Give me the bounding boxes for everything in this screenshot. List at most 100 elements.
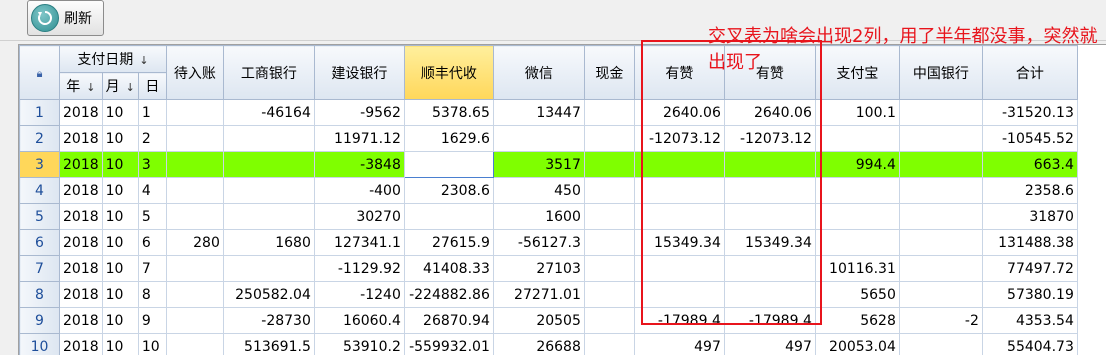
cell-alipay[interactable] bbox=[815, 126, 899, 152]
cell-year[interactable]: 2018 bbox=[60, 230, 103, 256]
cell-alipay[interactable] bbox=[815, 178, 899, 204]
cell-boc[interactable] bbox=[899, 256, 982, 282]
cell-pending[interactable]: 280 bbox=[166, 230, 223, 256]
cell-youzan-2[interactable] bbox=[724, 152, 815, 178]
cell-sf[interactable]: 27615.9 bbox=[404, 230, 493, 256]
cell-alipay[interactable]: 5628 bbox=[815, 308, 899, 334]
row-number[interactable]: 2 bbox=[20, 126, 60, 152]
cell-wechat[interactable]: 27103 bbox=[493, 256, 584, 282]
cell-year[interactable]: 2018 bbox=[60, 152, 103, 178]
header-youzan-1[interactable]: 有赞 bbox=[634, 46, 724, 100]
cell-month[interactable]: 10 bbox=[102, 152, 138, 178]
cell-sf[interactable]: -224882.86 bbox=[404, 282, 493, 308]
cell-wechat[interactable]: 1600 bbox=[493, 204, 584, 230]
cell-day[interactable]: 6 bbox=[138, 230, 166, 256]
cell-youzan-2[interactable] bbox=[724, 282, 815, 308]
cell-cash[interactable] bbox=[584, 178, 634, 204]
cell-youzan-1[interactable] bbox=[634, 282, 724, 308]
cell-icbc[interactable]: 1680 bbox=[223, 230, 314, 256]
cell-year[interactable]: 2018 bbox=[60, 204, 103, 230]
cell-youzan-1[interactable]: -17989.4 bbox=[634, 308, 724, 334]
cell-sf[interactable]: 5378.65 bbox=[404, 100, 493, 126]
cell-cash[interactable] bbox=[584, 152, 634, 178]
table-row[interactable]: 82018108250582.04-1240-224882.8627271.01… bbox=[20, 282, 1078, 308]
cell-total[interactable]: 57380.19 bbox=[982, 282, 1077, 308]
cell-day[interactable]: 9 bbox=[138, 308, 166, 334]
cell-total[interactable]: 131488.38 bbox=[982, 230, 1077, 256]
cell-cash[interactable] bbox=[584, 100, 634, 126]
cell-youzan-1[interactable] bbox=[634, 178, 724, 204]
cell-youzan-2[interactable]: -12073.12 bbox=[724, 126, 815, 152]
cell-wechat[interactable]: 20505 bbox=[493, 308, 584, 334]
table-row[interactable]: 1020181010513691.553910.2-559932.0126688… bbox=[20, 334, 1078, 355]
cell-icbc[interactable] bbox=[223, 152, 314, 178]
cell-boc[interactable] bbox=[899, 100, 982, 126]
cell-youzan-1[interactable]: 2640.06 bbox=[634, 100, 724, 126]
cell-ccb[interactable]: -1240 bbox=[314, 282, 404, 308]
cell-boc[interactable] bbox=[899, 178, 982, 204]
cell-total[interactable]: 77497.72 bbox=[982, 256, 1077, 282]
cell-alipay[interactable]: 994.4 bbox=[815, 152, 899, 178]
cell-day[interactable]: 1 bbox=[138, 100, 166, 126]
cell-total[interactable]: 663.4 bbox=[982, 152, 1077, 178]
cell-year[interactable]: 2018 bbox=[60, 308, 103, 334]
cell-boc[interactable] bbox=[899, 152, 982, 178]
cell-youzan-1[interactable]: 15349.34 bbox=[634, 230, 724, 256]
cell-total[interactable]: 55404.73 bbox=[982, 334, 1077, 355]
header-year[interactable]: 年↓ bbox=[60, 73, 103, 100]
cell-sf[interactable]: 2308.6 bbox=[404, 178, 493, 204]
header-alipay[interactable]: 支付宝 bbox=[815, 46, 899, 100]
cell-pending[interactable] bbox=[166, 100, 223, 126]
cell-icbc[interactable]: 250582.04 bbox=[223, 282, 314, 308]
cell-month[interactable]: 10 bbox=[102, 256, 138, 282]
cell-icbc[interactable] bbox=[223, 256, 314, 282]
cell-boc[interactable] bbox=[899, 334, 982, 355]
header-cash[interactable]: 现金 bbox=[584, 46, 634, 100]
cell-wechat[interactable]: 27271.01 bbox=[493, 282, 584, 308]
cell-boc[interactable] bbox=[899, 126, 982, 152]
header-boc[interactable]: 中国银行 bbox=[899, 46, 982, 100]
cell-ccb[interactable]: 127341.1 bbox=[314, 230, 404, 256]
row-number[interactable]: 1 bbox=[20, 100, 60, 126]
cell-youzan-1[interactable] bbox=[634, 256, 724, 282]
cell-boc[interactable] bbox=[899, 204, 982, 230]
row-number[interactable]: 4 bbox=[20, 178, 60, 204]
header-ccb[interactable]: 建设银行 bbox=[314, 46, 404, 100]
cell-icbc[interactable]: -28730 bbox=[223, 308, 314, 334]
cell-day[interactable]: 4 bbox=[138, 178, 166, 204]
cell-cash[interactable] bbox=[584, 230, 634, 256]
cell-month[interactable]: 10 bbox=[102, 308, 138, 334]
cell-total[interactable]: -31520.13 bbox=[982, 100, 1077, 126]
cell-youzan-1[interactable]: 497 bbox=[634, 334, 724, 355]
cell-ccb[interactable]: -3848 bbox=[314, 152, 404, 178]
cell-total[interactable]: 2358.6 bbox=[982, 178, 1077, 204]
table-row[interactable]: 42018104-4002308.64502358.6 bbox=[20, 178, 1078, 204]
cell-month[interactable]: 10 bbox=[102, 204, 138, 230]
cell-alipay[interactable] bbox=[815, 204, 899, 230]
cell-day[interactable]: 7 bbox=[138, 256, 166, 282]
cell-year[interactable]: 2018 bbox=[60, 178, 103, 204]
cell-youzan-2[interactable] bbox=[724, 178, 815, 204]
cell-sf[interactable] bbox=[404, 204, 493, 230]
cell-year[interactable]: 2018 bbox=[60, 282, 103, 308]
header-pay-date[interactable]: 支付日期↓ bbox=[60, 46, 167, 73]
cell-youzan-1[interactable] bbox=[634, 204, 724, 230]
cell-ccb[interactable]: 53910.2 bbox=[314, 334, 404, 355]
cell-total[interactable]: -10545.52 bbox=[982, 126, 1077, 152]
cell-wechat[interactable] bbox=[493, 126, 584, 152]
row-number[interactable]: 9 bbox=[20, 308, 60, 334]
table-row[interactable]: 620181062801680127341.127615.9-56127.315… bbox=[20, 230, 1078, 256]
cell-ccb[interactable]: -400 bbox=[314, 178, 404, 204]
cell-month[interactable]: 10 bbox=[102, 178, 138, 204]
cell-pending[interactable] bbox=[166, 334, 223, 355]
cell-year[interactable]: 2018 bbox=[60, 334, 103, 355]
cell-boc[interactable]: -2 bbox=[899, 308, 982, 334]
cell-month[interactable]: 10 bbox=[102, 230, 138, 256]
cell-youzan-2[interactable]: 15349.34 bbox=[724, 230, 815, 256]
corner-header[interactable]: 🔒︎ bbox=[20, 46, 60, 100]
row-number[interactable]: 8 bbox=[20, 282, 60, 308]
cell-youzan-2[interactable]: 2640.06 bbox=[724, 100, 815, 126]
table-row[interactable]: 32018103-38483517994.4663.4 bbox=[20, 152, 1078, 178]
header-day[interactable]: 日 bbox=[138, 73, 166, 100]
cell-month[interactable]: 10 bbox=[102, 334, 138, 355]
